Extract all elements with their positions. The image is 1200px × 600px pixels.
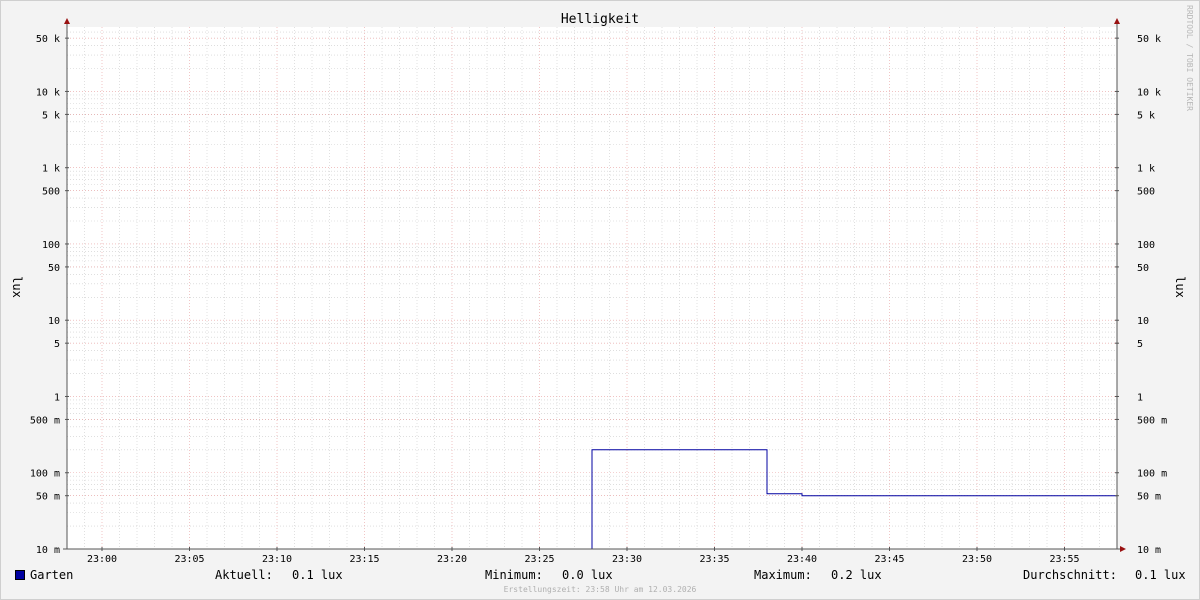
stat-average-value: 0.1 lux (1135, 568, 1186, 582)
y-tick-label-right: 1 k (1137, 164, 1155, 175)
y-tick-label-right: 500 m (1137, 415, 1167, 426)
y-axis-left-arrow (64, 18, 70, 24)
stat-minimum-label: Minimum: (485, 568, 543, 582)
y-tick-label-left: 10 (48, 316, 60, 327)
y-tick-label-left: 50 m (36, 492, 60, 503)
y-tick-label-left: 10 k (36, 87, 60, 98)
y-tick-label-right: 10 m (1137, 545, 1161, 556)
rrdtool-credit: RRDTOOL / TOBI OETIKER (1185, 5, 1194, 111)
y-tick-label-right: 100 m (1137, 469, 1167, 480)
y-tick-label-right: 50 (1137, 263, 1149, 274)
stat-current-label: Aktuell: (215, 568, 273, 582)
x-tick-label: 23:35 (699, 554, 729, 565)
brightness-chart: 50 k 10 k 5 k 1 k 500 100 50 10 5 1 500 m 100 m 50 m… (10, 5, 1194, 594)
legend: Garten Aktuell: 0.1 lux Minimum: 0.0 lux… (0, 566, 1200, 586)
y-tick-label-right: 500 (1137, 187, 1155, 198)
y-tick-label-left: 500 (42, 187, 60, 198)
y-tick-label-left: 1 (54, 392, 60, 403)
left-y-tick-labels: 50 k 10 k 5 k 1 k 500 100 50 10 5 1 500 m 100 m 50 m… (30, 34, 60, 556)
x-tick-label: 23:40 (787, 554, 817, 565)
y-tick-label-left: 50 k (36, 34, 60, 45)
y-tick-label-left: 5 k (42, 110, 60, 121)
x-tick-label: 23:30 (612, 554, 642, 565)
y-tick-label-left: 100 (42, 240, 60, 251)
stat-maximum-label: Maximum: (754, 568, 812, 582)
y-tick-label-right: 5 (1137, 339, 1143, 350)
y-tick-label-left: 5 (54, 339, 60, 350)
y-tick-label-left: 1 k (42, 164, 60, 175)
stat-current-value: 0.1 lux (292, 568, 343, 582)
y-tick-label-left: 10 m (36, 545, 60, 556)
y-tick-label-right: 5 k (1137, 110, 1155, 121)
stat-average-label: Durchschnitt: (1023, 568, 1117, 582)
x-tick-label: 23:50 (962, 554, 992, 565)
y-tick-label-right: 10 (1137, 316, 1149, 327)
y-axis-label-left: lux (10, 276, 24, 298)
x-tick-label: 23:00 (87, 554, 117, 565)
x-tick-labels: 23:00 23:05 23:10 23:15 23:20 23:25 23:30 23:35… (87, 554, 1080, 565)
y-tick-label-right: 100 (1137, 240, 1155, 251)
y-tick-label-right: 50 k (1137, 34, 1161, 45)
x-axis-arrow (1120, 546, 1126, 552)
x-tick-label: 23:20 (437, 554, 467, 565)
x-tick-label: 23:45 (874, 554, 904, 565)
x-tick-label: 23:55 (1049, 554, 1079, 565)
y-tick-label-right: 10 k (1137, 87, 1161, 98)
right-y-tick-labels: 50 k 10 k 5 k 1 k 500 100 50 10 5 1 500 m 100 m 50 m… (1137, 34, 1167, 556)
y-axis-right-arrow (1114, 18, 1120, 24)
y-tick-label-right: 50 m (1137, 492, 1161, 503)
x-tick-label: 23:05 (174, 554, 204, 565)
stat-minimum-value: 0.0 lux (562, 568, 613, 582)
creation-time-footer: Erstellungszeit: 23:58 Uhr am 12.03.2026 (504, 585, 697, 594)
y-tick-label-left: 50 (48, 263, 60, 274)
y-tick-label-left: 500 m (30, 415, 60, 426)
x-tick-label: 23:15 (349, 554, 379, 565)
chart-title: Helligkeit (561, 12, 639, 27)
x-tick-label: 23:10 (262, 554, 292, 565)
y-tick-label-right: 1 (1137, 392, 1143, 403)
y-axis-label-right: lux (1173, 276, 1187, 298)
legend-series-name: Garten (30, 568, 74, 582)
x-tick-label: 23:25 (524, 554, 554, 565)
y-tick-label-left: 100 m (30, 469, 60, 480)
legend-swatch-garten (15, 570, 25, 580)
stat-maximum-value: 0.2 lux (831, 568, 882, 582)
